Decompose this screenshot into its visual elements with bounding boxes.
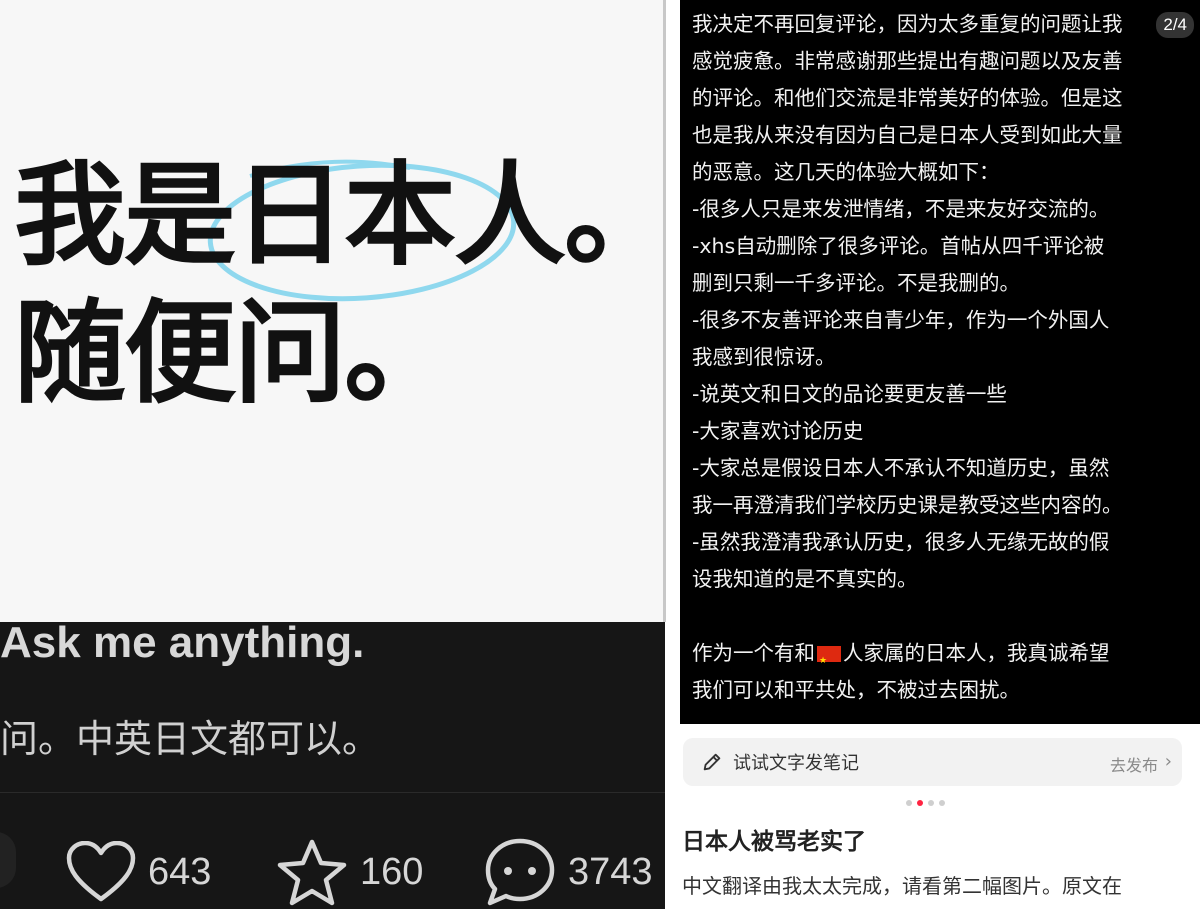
text-line: 的评论。和他们交流是非常美好的体验。但是这 [692,86,1123,110]
text-line: -虽然我澄清我承认历史，很多人无缘无故的假 [692,530,1110,554]
headline-line-1: 我是日本人。 [14,151,665,281]
carousel-dot-active[interactable] [917,800,923,806]
post-image[interactable]: 我是日本人。 随便问。 [0,0,665,622]
star-icon [277,839,347,906]
carousel-dot[interactable] [939,800,945,806]
carousel-dot[interactable] [906,800,912,806]
text-line: 也是我从来没有因为自己是日本人受到如此大量 [692,123,1123,147]
text-line: 我感到很惊讶。 [692,345,836,369]
like-count: 643 [148,850,212,893]
text-line: -大家喜欢讨论历史 [692,419,864,443]
text-line: 感觉疲惫。非常感谢那些提出有趣问题以及友善 [692,49,1123,73]
publish-link[interactable]: 去发布 [1110,752,1158,776]
page-indicator: 2/4 [1156,12,1194,38]
try-text-note-bar[interactable]: 试试文字发笔记 去发布 › [683,738,1182,786]
closing-line-1: 作为一个有和 人家属的日本人，我真诚希望 [692,635,1192,680]
divider [0,792,665,793]
comment-bubble-icon [485,838,555,906]
comment-count: 3743 [568,850,653,893]
carousel-dots [906,800,945,806]
left-post-panel: 我是日本人。 随便问。 Ask me anything. 问。中英日文都可以。 … [0,0,665,909]
favorite-button[interactable]: 160 [276,836,423,908]
note-description: 中文翻译由我太太完成，请看第二幅图片。原文在 [682,874,1122,898]
heart-icon [66,841,136,902]
chevron-right-icon: › [1164,751,1172,772]
closing-text-a: 作为一个有和 [692,641,815,665]
text-line: -xhs自动删除了很多评论。首帖从四千评论被 [692,234,1105,258]
text-line: -说英文和日文的品论要更友善一些 [692,382,1007,406]
closing-line-2: 我们可以和平共处，不被过去困扰。 [692,678,1020,702]
panel-gap [665,0,680,909]
text-line: -很多不友善评论来自青少年，作为一个外国人 [692,308,1110,332]
caption-english: Ask me anything. [0,618,365,667]
favorite-count: 160 [360,850,424,893]
text-line: 删到只剩一千多评论。不是我删的。 [692,271,1020,295]
note-info-area: 试试文字发笔记 去发布 › 日本人被骂老实了 中文翻译由我太太完成，请看第二幅图… [680,724,1200,909]
panel-edge [663,0,666,622]
carousel-dot[interactable] [928,800,934,806]
text-line: -大家总是假设日本人不承认不知道历史，虽然 [692,456,1110,480]
text-line: 我一再澄清我们学校历史课是教受这些内容的。 [692,493,1123,517]
text-line: 我决定不再回复评论，因为太多重复的问题让我 [692,12,1123,36]
post-image-text[interactable]: 我决定不再回复评论，因为太多重复的问题让我 感觉疲惫。非常感谢那些提出有趣问题以… [680,0,1200,724]
text-line: 的恶意。这几天的体验大概如下： [692,160,1000,184]
image-text-block: 我决定不再回复评论，因为太多重复的问题让我 感觉疲惫。非常感谢那些提出有趣问题以… [692,6,1192,709]
comment-button[interactable]: 3743 [484,836,653,908]
text-line: -很多人只是来发泄情绪，不是来友好交流的。 [692,197,1110,221]
note-title: 日本人被骂老实了 [682,829,866,855]
pen-icon [703,753,721,771]
like-button[interactable]: 643 [66,836,211,908]
try-bar-label: 试试文字发笔记 [733,753,859,774]
text-line: 设我知道的是不真实的。 [692,567,918,591]
closing-text-b: 人家属的日本人，我真诚希望 [843,641,1110,665]
caption-chinese: 问。中英日文都可以。 [0,717,381,761]
headline-line-2: 随便问。 [14,289,456,419]
china-flag-icon [817,643,841,680]
right-post-panel: 我决定不再回复评论，因为太多重复的问题让我 感觉疲惫。非常感谢那些提出有趣问题以… [680,0,1200,909]
